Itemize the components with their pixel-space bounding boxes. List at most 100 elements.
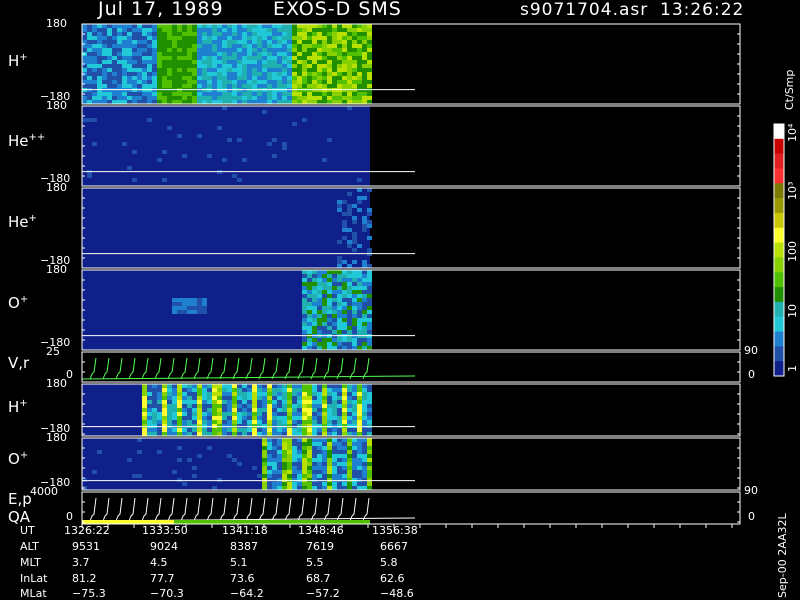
spectrogram-cell [322, 432, 327, 436]
spectrogram-cell [197, 412, 202, 416]
spectrogram-cell [187, 32, 192, 36]
spectrogram-cell [342, 40, 347, 44]
spectrogram-cell [337, 404, 342, 408]
spectrogram-cell [177, 134, 182, 138]
spectrogram-cell [172, 302, 177, 306]
spectrogram-cell [257, 396, 262, 400]
spectrogram-cell [237, 44, 242, 48]
spectrogram-cell [332, 470, 337, 474]
spectrogram-cell [322, 52, 327, 56]
spectrogram-cell [192, 80, 197, 84]
spectrogram-cell [192, 36, 197, 40]
spectrogram-cell [362, 438, 367, 442]
spectrogram-cell [362, 424, 367, 428]
spectrogram-cell [302, 72, 307, 76]
spectrogram-cell [352, 478, 357, 482]
spectrogram-cell [167, 36, 172, 40]
spectrogram-cell [92, 76, 97, 80]
spectrogram-cell [287, 92, 292, 96]
spectrogram-cell [92, 32, 97, 36]
spectrogram-cell [362, 274, 367, 278]
spectrogram-cell [82, 36, 87, 40]
spectrogram-cell [292, 462, 297, 466]
spectrogram-cell [207, 24, 212, 28]
spectrogram-cell [252, 32, 257, 36]
spectrogram-cell [317, 474, 322, 478]
spectrogram-cell [352, 338, 357, 342]
spectrogram-cell [152, 96, 157, 100]
spectrogram-cell [122, 84, 127, 88]
spectrogram-cell [227, 40, 232, 44]
spectrogram-cell [187, 412, 192, 416]
spectrogram-cell [312, 412, 317, 416]
spectrogram-cell [312, 40, 317, 44]
spectrogram-cell [127, 76, 132, 80]
spectrogram-cell [367, 208, 372, 212]
spectrogram-cell [197, 388, 202, 392]
spectrogram-cell [217, 408, 222, 412]
spectrogram-cell [342, 432, 347, 436]
spectrogram-cell [237, 100, 242, 104]
spectrogram-cell [337, 388, 342, 392]
spectrogram-cell [197, 32, 202, 36]
spectrogram-cell [157, 40, 162, 44]
spectrogram-cell [337, 454, 342, 458]
spectrogram-cell [312, 84, 317, 88]
panel-label-h-plus-2: H+ [8, 398, 28, 416]
spectrogram-cell [297, 408, 302, 412]
spectrogram-cell [267, 412, 272, 416]
spectrogram-cell [327, 424, 332, 428]
spectrogram-cell [352, 388, 357, 392]
spectrogram-cell [172, 388, 177, 392]
spectrogram-cell [337, 458, 342, 462]
spectrogram-cell [332, 310, 337, 314]
spectrogram-cell [337, 314, 342, 318]
spectrogram-cell [182, 424, 187, 428]
spectrogram-cell [347, 346, 352, 350]
spectrogram-cell [272, 404, 277, 408]
spectrogram-cell [182, 432, 187, 436]
spectrogram-cell [367, 44, 372, 48]
spectrogram-cell [137, 76, 142, 80]
spectrogram-cell [182, 72, 187, 76]
spectrogram-cell [222, 416, 227, 420]
spectrogram-cell [292, 56, 297, 60]
spectrogram-cell [317, 330, 322, 334]
spectrogram-cell [367, 428, 372, 432]
spectrogram-cell [307, 72, 312, 76]
spectrogram-cell [262, 432, 267, 436]
spectrogram-cell [327, 24, 332, 28]
spectrogram-cell [317, 282, 322, 286]
spectrogram-cell [302, 318, 307, 322]
spectrogram-cell [362, 338, 367, 342]
spectrogram-cell [227, 424, 232, 428]
spectrogram-cell [367, 68, 372, 72]
spectrogram-cell [342, 72, 347, 76]
spectrogram-cell [107, 64, 112, 68]
panel-label-text: O [8, 294, 20, 312]
spectrogram-cell [337, 96, 342, 100]
spectrogram-cell [212, 388, 217, 392]
spectrogram-cell [362, 44, 367, 48]
spectrogram-cell [282, 396, 287, 400]
spectrogram-cell [97, 68, 102, 72]
spectrogram-cell [322, 388, 327, 392]
spectrogram-cell [317, 274, 322, 278]
spectrogram-cell [362, 432, 367, 436]
colorbar-tick-label: 1 [786, 365, 799, 372]
spectrogram-cell [277, 100, 282, 104]
spectrogram-cell [102, 76, 107, 80]
spectrogram-cell [202, 424, 207, 428]
spectrogram-cell [267, 48, 272, 52]
spectrogram-cell [82, 100, 87, 104]
spectrogram-cell [277, 28, 282, 32]
spectrogram-cell [137, 438, 142, 442]
spectrogram-cell [362, 318, 367, 322]
spectrogram-cell [237, 400, 242, 404]
colorbar-swatch [774, 346, 784, 362]
spectrogram-cell [317, 454, 322, 458]
spectrogram-cell [347, 92, 352, 96]
spectrogram-cell [207, 392, 212, 396]
spectrogram-cell [302, 478, 307, 482]
spectrogram-cell [82, 24, 87, 28]
